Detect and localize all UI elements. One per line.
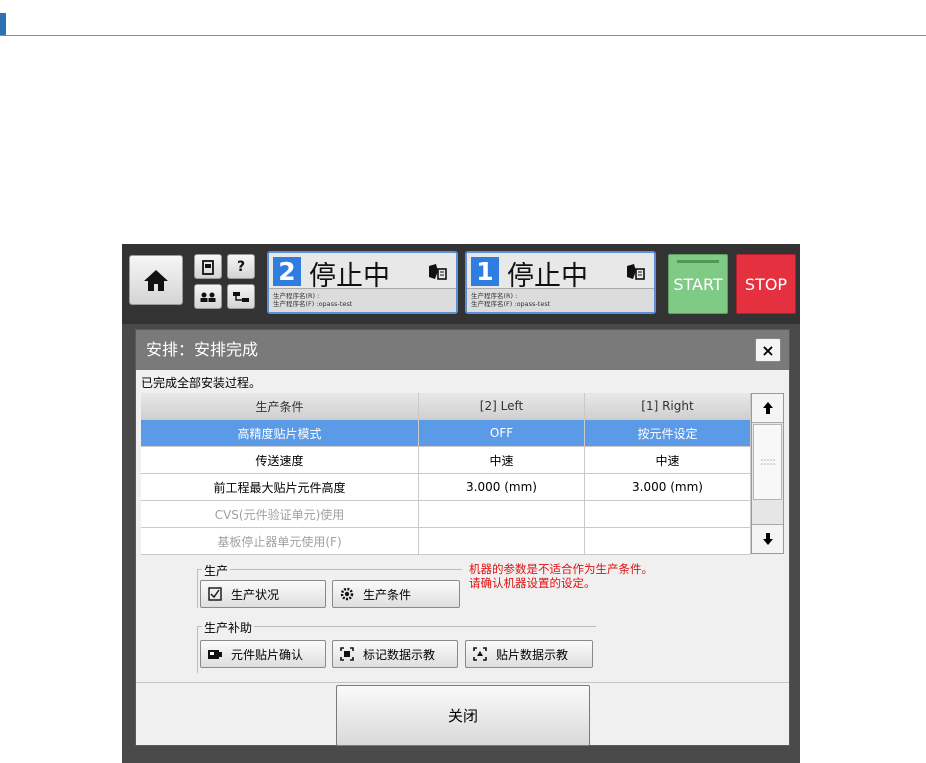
- arrow-down-icon: [762, 533, 773, 545]
- lane2-program-r: 生产程序名(R) :: [273, 292, 320, 300]
- production-group-label: 生产: [202, 562, 231, 579]
- mark-data-teach-button[interactable]: 标记数据示教: [332, 640, 458, 668]
- cell-condition: 传送速度: [141, 447, 419, 473]
- production-conditions-label: 生产条件: [363, 587, 412, 602]
- parameter-warning: 机器的参数是不适合作为生产条件。 请确认机器设置的设定。: [469, 562, 653, 590]
- start-label: START: [673, 274, 723, 294]
- completion-message: 已完成全部安装过程。: [141, 376, 262, 390]
- help-icon: ?: [236, 258, 246, 275]
- placement-target-icon: [472, 646, 488, 662]
- table-row[interactable]: 高精度贴片模式 OFF 按元件设定: [141, 420, 751, 447]
- dialog-title: 安排：安排完成: [136, 330, 789, 370]
- header-marker: [0, 13, 6, 36]
- placement-data-teach-button[interactable]: 贴片数据示教: [465, 640, 593, 668]
- lane1-program-r: 生产程序名(R) :: [471, 292, 518, 300]
- cell-left: 中速: [419, 447, 585, 473]
- close-button[interactable]: 关闭: [336, 685, 590, 746]
- arrangement-dialog: 安排：安排完成 × 已完成全部安装过程。 生产条件 [2] Left [1] R…: [135, 329, 790, 746]
- cell-right: [585, 528, 751, 554]
- table-row[interactable]: CVS(元件验证单元)使用: [141, 501, 751, 528]
- machine-mode-icon: [202, 259, 214, 275]
- assist-group-label: 生产补助: [202, 619, 255, 636]
- header-left: [2] Left: [419, 393, 585, 419]
- table-row[interactable]: 传送速度 中速 中速: [141, 447, 751, 474]
- lane1-program-f: 生产程序名(F) :opass-test: [471, 300, 551, 308]
- cell-condition: CVS(元件验证单元)使用: [141, 501, 419, 527]
- scroll-down-button[interactable]: [752, 524, 783, 553]
- production-status-label: 生产状况: [231, 587, 280, 602]
- lane1-board-icon: [624, 263, 646, 285]
- warning-line-2: 请确认机器设置的设定。: [469, 576, 596, 590]
- scroll-thumb[interactable]: [753, 424, 782, 500]
- cell-right: [585, 501, 751, 527]
- cell-left: [419, 528, 585, 554]
- start-button[interactable]: START: [668, 254, 728, 314]
- top-header: [0, 0, 926, 36]
- settings-gear-icon: [339, 586, 355, 602]
- lane2-program-info: 生产程序名(R) : 生产程序名(F) :opass-test: [269, 288, 456, 312]
- grip-icon: [760, 459, 775, 465]
- close-icon: ×: [761, 340, 775, 360]
- target-mark-icon: [339, 646, 355, 662]
- arrow-up-icon: [762, 402, 773, 414]
- machine-mode-button[interactable]: [194, 254, 222, 279]
- toolbar: ? 2 停止中 生产程序名(R) : 生产程序名(F) :opass-test …: [122, 244, 800, 324]
- dialog-close-button[interactable]: ×: [755, 338, 781, 362]
- cell-right: 3.000 (mm): [585, 474, 751, 500]
- users-icon: [200, 292, 216, 302]
- cell-left: OFF: [419, 420, 585, 446]
- network-icon: [233, 291, 249, 302]
- stop-button[interactable]: STOP: [736, 254, 796, 314]
- header-condition: 生产条件: [141, 393, 419, 419]
- help-button[interactable]: ?: [227, 254, 255, 279]
- scroll-up-button[interactable]: [752, 394, 783, 423]
- mark-data-teach-label: 标记数据示教: [363, 647, 436, 662]
- home-icon: [144, 270, 168, 291]
- lane1-program-info: 生产程序名(R) : 生产程序名(F) :opass-test: [467, 288, 654, 312]
- cell-left: [419, 501, 585, 527]
- home-button[interactable]: [129, 255, 183, 305]
- lane1-number: 1: [471, 257, 499, 286]
- part-placement-confirm-label: 元件贴片确认: [231, 647, 304, 662]
- part-placement-confirm-button[interactable]: 元件贴片确认: [200, 640, 326, 668]
- cell-left: 3.000 (mm): [419, 474, 585, 500]
- stop-label: STOP: [744, 274, 788, 294]
- table-row[interactable]: 前工程最大贴片元件高度 3.000 (mm) 3.000 (mm): [141, 474, 751, 501]
- production-status-button[interactable]: 生产状况: [200, 580, 326, 608]
- footer-divider: [136, 682, 789, 683]
- table-scrollbar[interactable]: [751, 393, 784, 554]
- table-row[interactable]: 基板停止器单元使用(F): [141, 528, 751, 555]
- conditions-table: 生产条件 [2] Left [1] Right 高精度贴片模式 OFF 按元件设…: [141, 393, 751, 555]
- table-header-row: 生产条件 [2] Left [1] Right: [141, 393, 751, 420]
- lane2-program-f: 生产程序名(F) :opass-test: [273, 300, 353, 308]
- warning-line-1: 机器的参数是不适合作为生产条件。: [469, 562, 653, 576]
- header-right: [1] Right: [585, 393, 751, 419]
- cell-right: 按元件设定: [585, 420, 751, 446]
- cell-condition: 前工程最大贴片元件高度: [141, 474, 419, 500]
- camera-icon: [207, 646, 223, 662]
- production-conditions-button[interactable]: 生产条件: [332, 580, 460, 608]
- network-button[interactable]: [227, 284, 255, 309]
- header-rule: [0, 35, 926, 36]
- lane2-number: 2: [273, 257, 301, 286]
- checkbox-icon: [207, 586, 223, 602]
- operator-button[interactable]: [194, 284, 222, 309]
- lane2-board-icon: [426, 263, 448, 285]
- cell-condition: 高精度贴片模式: [141, 420, 419, 446]
- cell-right: 中速: [585, 447, 751, 473]
- cell-condition: 基板停止器单元使用(F): [141, 528, 419, 554]
- lane2-status-panel[interactable]: 2 停止中 生产程序名(R) : 生产程序名(F) :opass-test: [267, 251, 458, 314]
- start-indicator-bar: [677, 260, 719, 263]
- placement-data-teach-label: 贴片数据示教: [496, 647, 569, 662]
- lane1-status-panel[interactable]: 1 停止中 生产程序名(R) : 生产程序名(F) :opass-test: [465, 251, 656, 314]
